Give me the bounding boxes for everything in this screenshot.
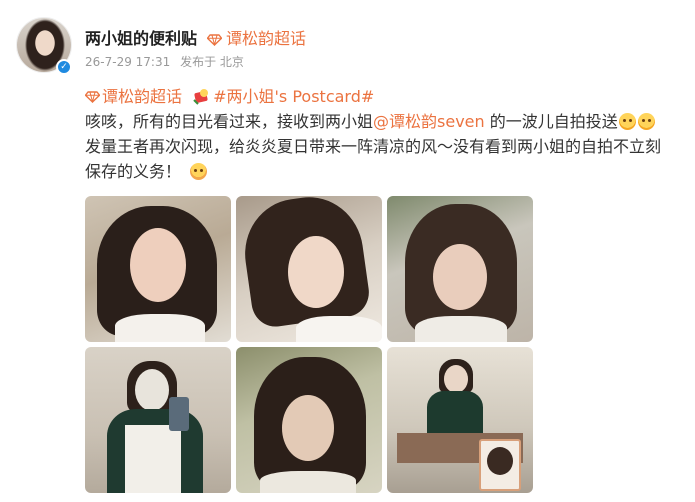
photo-grid (85, 196, 533, 493)
content-line-1a: 咳咳，所有的目光看过来，接收到两小姐 (85, 112, 374, 131)
postcard-emoji-icon (193, 87, 210, 105)
content-line-2: 发量王者再次闪现，给炎炎夏日带来一阵清凉的风～没有看到两小姐的自拍不立刻 (85, 137, 662, 156)
super-topic-link[interactable]: 谭松韵超话 (206, 25, 307, 49)
author-avatar[interactable]: ✓ (16, 17, 72, 75)
content-line-1b: 的一波儿自拍投送 (484, 112, 618, 131)
laughing-emoji-icon (618, 113, 636, 130)
topic-link[interactable]: 谭松韵超话 (84, 85, 187, 106)
post-content: 谭松韵超话 #两小姐's Postcard# 咳咳，所有的目光看过来，接收到两小… (84, 84, 685, 184)
blushing-emoji-icon (190, 163, 208, 180)
author-name[interactable]: 两小姐的便利贴 (85, 25, 197, 49)
post-meta: 26-7-29 17:31 发布于 北京 (85, 53, 244, 70)
photo-5[interactable] (236, 347, 382, 493)
photo-3[interactable] (387, 196, 533, 342)
diamond-icon (84, 85, 101, 104)
hashtag-link[interactable]: #两小姐's Postcard# (213, 87, 374, 106)
mention-link[interactable]: @谭松韵seven (373, 112, 485, 131)
post-time[interactable]: 26-7-29 17:31 (85, 55, 170, 69)
photo-1[interactable] (85, 196, 231, 342)
verified-badge-icon: ✓ (56, 59, 72, 75)
photo-2[interactable] (236, 196, 382, 342)
content-line-3: 保存的义务！ (85, 162, 182, 181)
super-topic-label: 谭松韵超话 (226, 29, 307, 48)
laughing-emoji-icon (637, 113, 655, 130)
photo-4[interactable] (85, 347, 231, 493)
photo-6[interactable] (387, 347, 533, 493)
topic-link-label: 谭松韵超话 (102, 87, 183, 106)
diamond-icon (206, 31, 223, 47)
post-source: 发布于 北京 (180, 55, 244, 69)
